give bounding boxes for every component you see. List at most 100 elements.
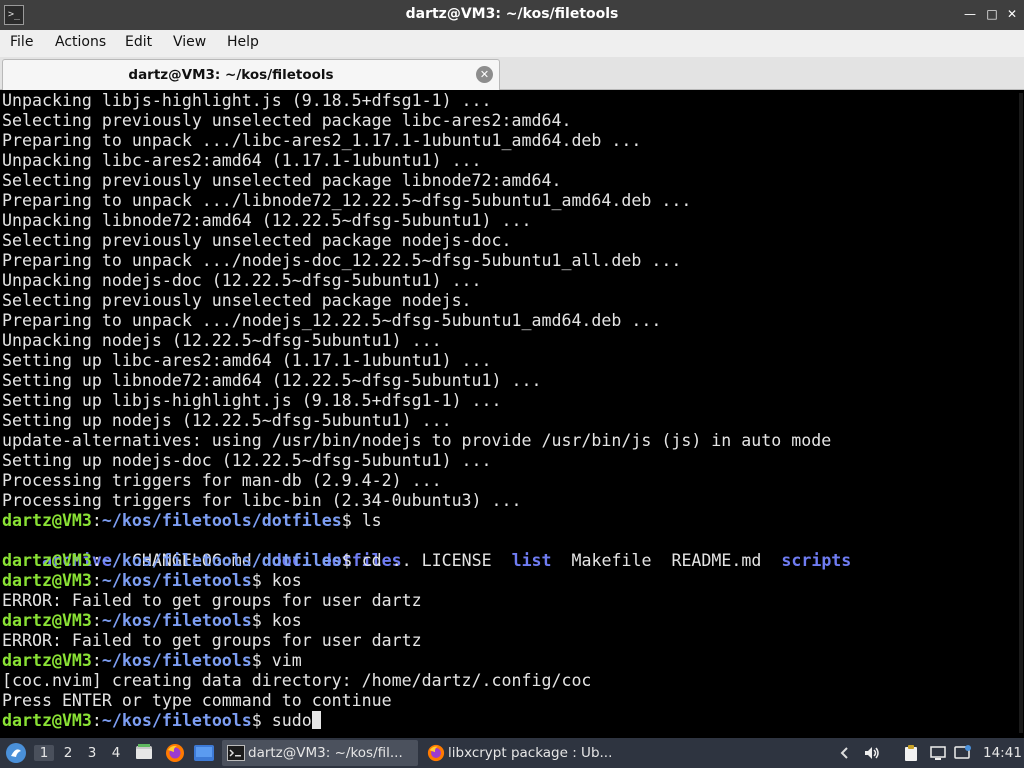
command-text: ls [361, 511, 382, 530]
output-line: Selecting previously unselected package … [2, 231, 512, 250]
output-line: update-alternatives: using /usr/bin/node… [2, 431, 832, 450]
output-line: Setting up nodejs (12.22.5~dfsg-5ubuntu1… [2, 411, 452, 430]
output-line: Unpacking libc-ares2:amd64 (1.17.1-1ubun… [2, 151, 482, 170]
output-line: Selecting previously unselected package … [2, 171, 562, 190]
volume-icon[interactable] [863, 744, 881, 762]
output-line: Unpacking nodejs-doc (12.22.5~dfsg-5ubun… [2, 271, 482, 290]
prompt-path: ~/kos/filetools/dotfiles [101, 551, 342, 570]
prompt-end: $ [251, 611, 272, 630]
menu-help[interactable]: Help [227, 34, 259, 50]
prompt-user: dartz@VM3 [2, 711, 92, 730]
window-titlebar[interactable]: >_ dartz@VM3: ~/kos/filetools — □ ✕ [0, 0, 1024, 30]
file-manager-icon[interactable] [135, 743, 153, 761]
output-line: Preparing to unpack .../libc-ares2_1.17.… [2, 131, 642, 150]
prompt-end: $ [341, 511, 362, 530]
menu-view[interactable]: View [173, 34, 206, 50]
prompt-user: dartz@VM3 [2, 651, 92, 670]
ls-entry: list [511, 551, 552, 570]
output-line: Unpacking libnode72:amd64 (12.22.5~dfsg-… [2, 211, 532, 230]
ls-entry: scripts [781, 551, 852, 570]
prompt-path: ~/kos/filetools/dotfiles [101, 511, 342, 530]
output-line: Preparing to unpack .../nodejs-doc_12.22… [2, 251, 682, 270]
task-label: dartz@VM3: ~/kos/fil... [248, 745, 403, 761]
output-line: Setting up libc-ares2:amd64 (1.17.1-1ubu… [2, 351, 492, 370]
task-firefox[interactable]: libxcrypt package : Ub... [422, 740, 618, 766]
prompt-sep: : [91, 711, 102, 730]
prompt-sep: : [91, 571, 102, 590]
prompt-sep: : [91, 551, 102, 570]
ls-output-line: archive CHANGELOG.md doc dotfiles LICENS… [2, 531, 851, 570]
output-line: Selecting previously unselected package … [2, 111, 572, 130]
prompt-user: dartz@VM3 [2, 551, 92, 570]
firefox-icon [427, 744, 445, 762]
error-line: ERROR: Failed to get groups for user dar… [2, 591, 422, 610]
workspace-4[interactable]: 4 [106, 745, 126, 761]
error-line: ERROR: Failed to get groups for user dar… [2, 631, 422, 650]
terminal-output[interactable]: Unpacking libjs-highlight.js (9.18.5+dfs… [0, 91, 1024, 739]
prompt-line: dartz@VM3:~/kos/filetools$ kos [2, 571, 302, 591]
output-line: Selecting previously unselected package … [2, 291, 472, 310]
output-line: Setting up libnode72:amd64 (12.22.5~dfsg… [2, 371, 542, 390]
menu-edit[interactable]: Edit [125, 34, 152, 50]
minimize-icon[interactable]: — [962, 6, 978, 22]
current-prompt-line[interactable]: dartz@VM3:~/kos/filetools$ sudo [2, 711, 321, 731]
firefox-icon[interactable] [165, 743, 185, 763]
chevron-left-icon[interactable] [836, 744, 854, 762]
tab-terminal[interactable]: dartz@VM3: ~/kos/filetools ✕ [2, 59, 500, 90]
command-text: kos [271, 611, 302, 630]
prompt-end: $ [251, 571, 272, 590]
prompt-path: ~/kos/filetools [101, 711, 252, 730]
tab-label: dartz@VM3: ~/kos/filetools [128, 67, 334, 83]
workspace-1[interactable]: 1 [34, 745, 54, 761]
press-enter-line: Press ENTER or type command to continue [2, 691, 392, 710]
command-text: kos [271, 571, 302, 590]
prompt-end: $ [341, 551, 362, 570]
ls-entry: Makefile [571, 551, 652, 570]
start-menu-icon[interactable] [5, 742, 27, 764]
show-desktop-icon[interactable] [194, 745, 214, 761]
prompt-path: ~/kos/filetools [101, 651, 252, 670]
output-line: Setting up libjs-highlight.js (9.18.5+df… [2, 391, 502, 410]
coc-message-line: [coc.nvim] creating data directory: /hom… [2, 671, 592, 690]
output-line: Processing triggers for libc-bin (2.34-0… [2, 491, 522, 510]
prompt-sep: : [91, 651, 102, 670]
tab-close-icon[interactable]: ✕ [476, 66, 493, 83]
menu-actions[interactable]: Actions [55, 34, 106, 50]
tab-bar: dartz@VM3: ~/kos/filetools ✕ [0, 57, 1024, 90]
terminal-scrollbar[interactable] [1019, 93, 1023, 733]
workspace-3[interactable]: 3 [82, 745, 102, 761]
clipboard-icon[interactable] [902, 744, 920, 762]
task-terminal[interactable]: dartz@VM3: ~/kos/fil... [222, 740, 418, 766]
workspace-2[interactable]: 2 [58, 745, 78, 761]
terminal-icon [227, 744, 245, 762]
menu-file[interactable]: File [10, 34, 33, 50]
prompt-path: ~/kos/filetools [101, 571, 252, 590]
command-text: cd .. [361, 551, 412, 570]
prompt-path: ~/kos/filetools [101, 611, 252, 630]
text-cursor [311, 711, 321, 729]
taskbar: 1 2 3 4 dartz@VM3: ~/kos/fil... libxcryp… [0, 738, 1024, 768]
network-icon[interactable] [929, 744, 947, 762]
close-window-icon[interactable]: ✕ [1004, 6, 1020, 22]
prompt-line: dartz@VM3:~/kos/filetools/dotfiles$ ls [2, 511, 382, 531]
notification-icon[interactable] [954, 744, 972, 762]
prompt-user: dartz@VM3 [2, 511, 92, 530]
command-text: vim [271, 651, 302, 670]
menu-bar: File Actions Edit View Help [0, 30, 1024, 57]
command-input[interactable]: sudo [272, 711, 312, 730]
output-line: Setting up nodejs-doc (12.22.5~dfsg-5ubu… [2, 451, 492, 470]
output-line: Unpacking libjs-highlight.js (9.18.5+dfs… [2, 91, 492, 110]
ls-entry: LICENSE [421, 551, 492, 570]
window-title: dartz@VM3: ~/kos/filetools [405, 6, 619, 22]
prompt-line: dartz@VM3:~/kos/filetools$ kos [2, 611, 302, 631]
prompt-end: $ [251, 651, 272, 670]
prompt-user: dartz@VM3 [2, 611, 92, 630]
clock[interactable]: 14:41 [983, 745, 1022, 761]
maximize-icon[interactable]: □ [984, 6, 1000, 22]
output-line: Unpacking nodejs (12.22.5~dfsg-5ubuntu1)… [2, 331, 442, 350]
prompt-sep: : [91, 511, 102, 530]
prompt-user: dartz@VM3 [2, 571, 92, 590]
output-line: Preparing to unpack .../libnode72_12.22.… [2, 191, 692, 210]
output-line: Preparing to unpack .../nodejs_12.22.5~d… [2, 311, 662, 330]
ls-entry: README.md [671, 551, 762, 570]
